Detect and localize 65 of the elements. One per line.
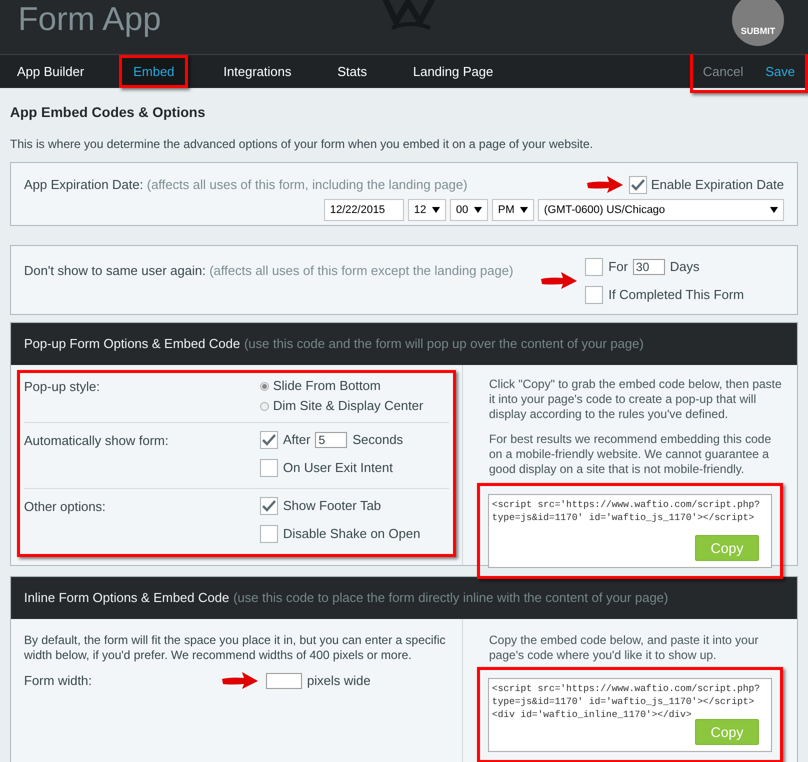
code-field[interactable]: <script src='https://www.waftio.com/script.php? type=js&id=1170' id='waftio_js_1170'></script> <div id='waftio_inline_1170'></div> Copy bbox=[488, 678, 772, 752]
page-heading: App Embed Codes & Options bbox=[10, 103, 206, 122]
app-title: Form App bbox=[18, 0, 162, 40]
setting-label: Automatically show form: bbox=[24, 432, 170, 450]
nav-tab[interactable]: Embed bbox=[119, 55, 188, 88]
number-field[interactable]: 30 bbox=[632, 259, 665, 275]
setting-label: Form width: bbox=[24, 672, 93, 690]
checkbox[interactable] bbox=[585, 258, 604, 276]
checkbox[interactable] bbox=[629, 176, 648, 194]
checkbox[interactable] bbox=[260, 459, 278, 477]
caret-icon bbox=[432, 207, 440, 213]
instruction-text: Copy the embed code below, and paste it into your page's code where you'd like it to show up. bbox=[488, 633, 760, 663]
arrow-icon bbox=[585, 175, 626, 195]
instruction-text: By default, the form will fit the space you place it in, but you can enter a specific width below, if you'd prefer. We recommend widths of 400 pixels or more. bbox=[24, 633, 447, 663]
nav-tab[interactable]: Stats bbox=[326, 55, 378, 88]
checkbox[interactable] bbox=[585, 286, 604, 304]
instruction-text: Click "Copy" to grab the embed code below, then paste it into your page's code to create a pop-up that will display according to the rules you've defined. bbox=[488, 377, 783, 422]
embed-code: <script src='https://www.waftio.com/script.php? type=js&id=1170' id='waftio_js_1170'></script> bbox=[491, 498, 761, 524]
section-note: (use this code to place the form directly inline with the content of your page) bbox=[233, 589, 668, 608]
dropdown[interactable]: PM bbox=[492, 199, 534, 221]
nav-tab[interactable]: App Builder bbox=[6, 55, 96, 88]
section-note: (use this code and the form will pop up over the content of your page) bbox=[244, 335, 644, 354]
setting-label: Don't show to same user again: (affects all uses of this form except the landing page) bbox=[24, 262, 514, 280]
caret-icon bbox=[770, 207, 778, 213]
option-label: Disable Shake on Open bbox=[283, 525, 420, 544]
dropdown[interactable]: 12 bbox=[408, 199, 446, 221]
cancel-button[interactable]: Cancel bbox=[702, 62, 744, 82]
code-field[interactable]: <script src='https://www.waftio.com/script.php? type=js&id=1170' id='waftio_js_1170'></script> Copy bbox=[488, 494, 772, 568]
setting-label: Pop-up style: bbox=[24, 378, 101, 396]
checkbox[interactable] bbox=[260, 497, 278, 515]
radio-button[interactable] bbox=[260, 382, 269, 390]
dropdown[interactable]: 00 bbox=[450, 199, 488, 221]
caret-icon bbox=[474, 207, 482, 213]
submit-badge: SUBMIT bbox=[732, 0, 784, 46]
nav-tab[interactable]: Landing Page bbox=[402, 55, 504, 88]
embed-code: <script src='https://www.waftio.com/script.php? type=js&id=1170' id='waftio_js_1170'></script> <div id='waftio_inline_1170'></div> bbox=[491, 682, 761, 721]
setting-label: Other options: bbox=[24, 498, 107, 516]
option-label: Days bbox=[670, 258, 700, 276]
checkbox[interactable] bbox=[260, 431, 278, 449]
arrow-icon bbox=[220, 671, 260, 691]
setting-label: App Expiration Date: (affects all uses of this form, including the landing page) bbox=[24, 176, 468, 194]
option-label: If Completed This Form bbox=[608, 286, 744, 304]
page-intro: This is where you determine the advanced options of your form when you embed it on a page of your website. bbox=[10, 136, 594, 153]
date-field[interactable]: 12/22/2015 bbox=[324, 199, 404, 221]
section-title: Inline Form Options & Embed Code bbox=[24, 589, 230, 608]
arrow-icon bbox=[539, 271, 580, 291]
dropdown[interactable]: (GMT-0600) US/Chicago bbox=[538, 199, 784, 221]
instruction-text: For best results we recommend embedding this code on a mobile-friendly website. We cannot guarantee a good display on a site that is not mobile-friendly. bbox=[488, 432, 772, 477]
caret-icon bbox=[520, 207, 528, 213]
option-label: After bbox=[283, 431, 310, 450]
radio-button[interactable] bbox=[260, 402, 269, 410]
option-label: For bbox=[608, 258, 628, 276]
section-title: Pop-up Form Options & Embed Code bbox=[24, 335, 240, 354]
option-label: Dim Site & Display Center bbox=[273, 397, 424, 416]
option-label: On User Exit Intent bbox=[283, 459, 393, 478]
checkbox[interactable] bbox=[260, 525, 278, 543]
save-button[interactable]: Save bbox=[765, 62, 795, 82]
option-label: Show Footer Tab bbox=[283, 497, 382, 516]
option-label: Slide From Bottom bbox=[273, 377, 381, 396]
option-label: pixels wide bbox=[307, 672, 371, 690]
number-field[interactable]: 5 bbox=[315, 432, 348, 448]
width-field[interactable] bbox=[266, 673, 302, 689]
option-label: Seconds bbox=[352, 431, 404, 450]
nav-tab[interactable]: Integrations bbox=[212, 55, 302, 88]
option-label: Enable Expiration Date bbox=[651, 176, 784, 194]
